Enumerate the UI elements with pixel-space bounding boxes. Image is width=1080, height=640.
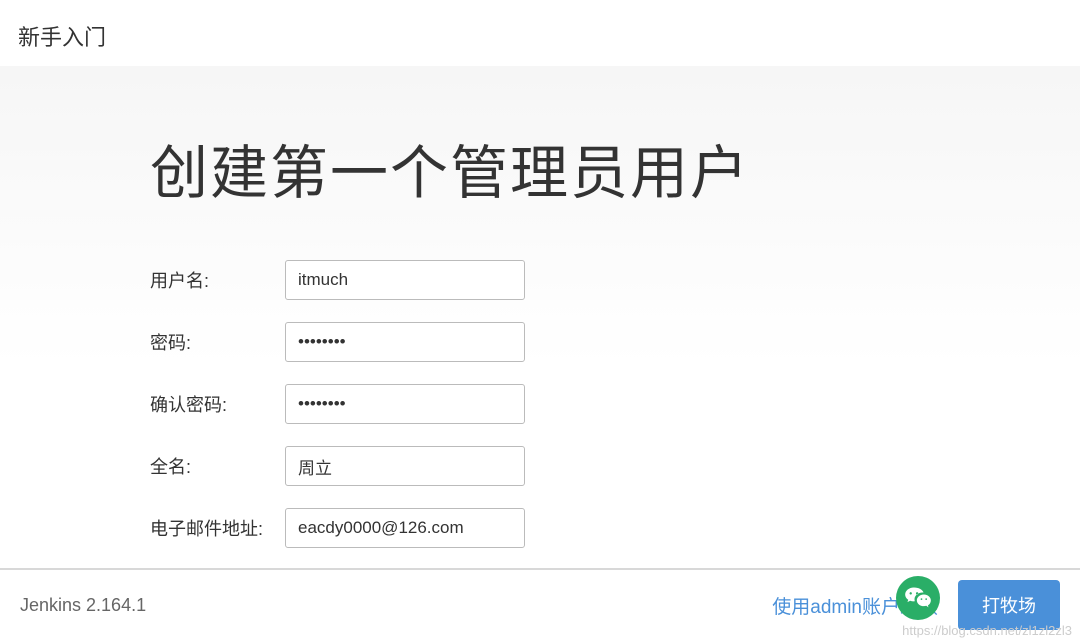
confirm-password-input[interactable] [285, 384, 525, 424]
username-label: 用户名: [150, 267, 285, 293]
form-row-username: 用户名: [150, 260, 1080, 300]
email-label: 电子邮件地址: [150, 515, 285, 541]
fullname-label: 全名: [150, 453, 285, 479]
form-row-password: 密码: [150, 322, 1080, 362]
page-title: 创建第一个管理员用户 [150, 126, 1080, 210]
wechat-icon [896, 576, 940, 620]
header: 新手入门 [0, 0, 1080, 66]
username-input[interactable] [285, 260, 525, 300]
form-row-email: 电子邮件地址: [150, 508, 1080, 548]
fullname-input[interactable] [285, 446, 525, 486]
password-label: 密码: [150, 329, 285, 355]
form-row-confirm-password: 确认密码: [150, 384, 1080, 424]
email-input[interactable] [285, 508, 525, 548]
save-button[interactable]: 打牧场 [958, 580, 1060, 630]
header-title: 新手入门 [18, 20, 1062, 52]
content: 创建第一个管理员用户 用户名: 密码: 确认密码: 全名: 电子邮件地址: [150, 126, 1080, 548]
confirm-password-label: 确认密码: [150, 391, 285, 417]
form-row-fullname: 全名: [150, 446, 1080, 486]
version-label: Jenkins 2.164.1 [20, 595, 146, 616]
password-input[interactable] [285, 322, 525, 362]
main-area: 创建第一个管理员用户 用户名: 密码: 确认密码: 全名: 电子邮件地址: [0, 66, 1080, 566]
